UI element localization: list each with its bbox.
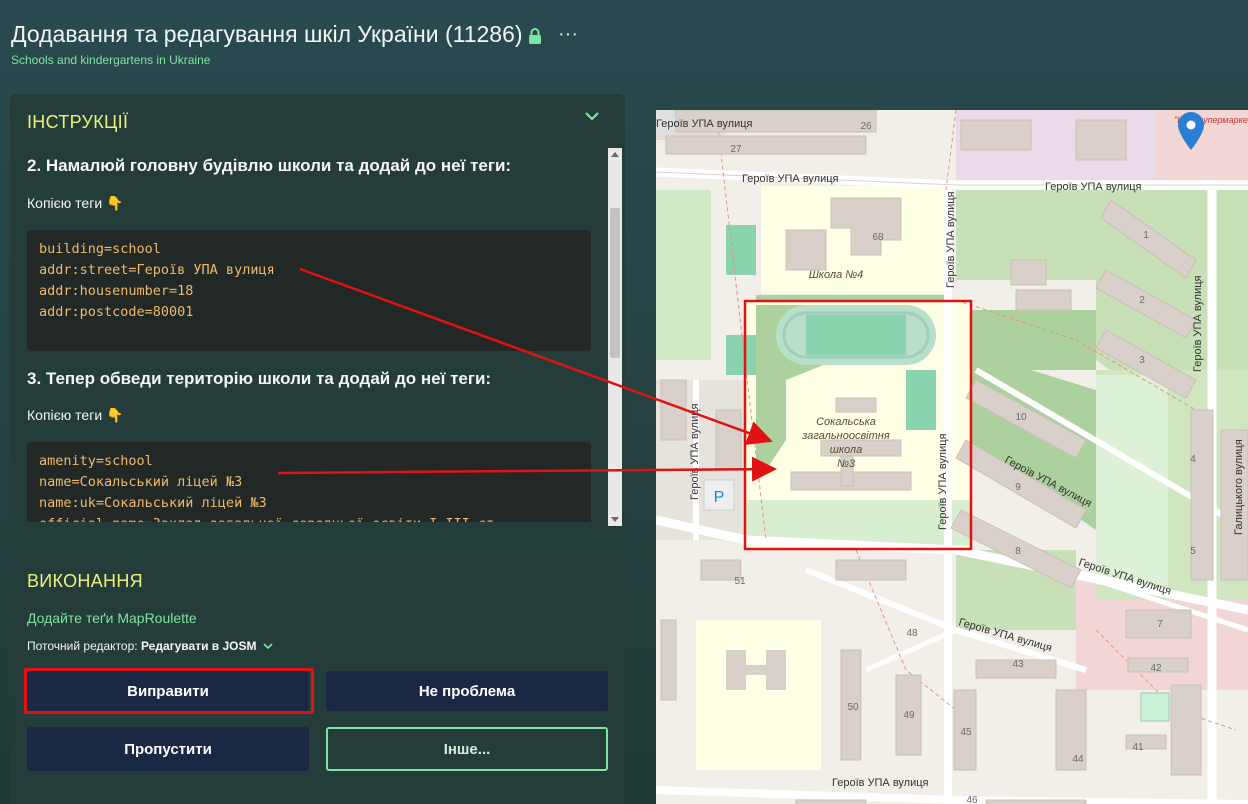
editor-selector[interactable]: Поточний редактор: Редагувати в JOSM [27,639,273,653]
scrollbar-thumb[interactable] [610,208,620,358]
house-number: 68 [872,232,884,243]
street-label: Героїв УПА вулиця [1045,181,1142,193]
house-number: 8 [1015,546,1021,557]
instructions-scroll-area[interactable]: 2. Намалюй головну будівлю школи та дода… [27,150,605,522]
school3-label-line: школа [830,444,863,456]
street-label: Героїв УПА вулиця [945,191,957,288]
map-view[interactable]: Героїв УПА вулиця Героїв УПА вулиця Геро… [656,110,1248,804]
school3-label-line: загальноосвітня [801,430,890,442]
code-line: addr:housenumber=18 [39,283,194,299]
skip-button[interactable]: Пропустити [27,727,309,771]
house-number: 1 [1143,230,1149,241]
not-a-problem-button[interactable]: Не проблема [326,671,608,711]
house-number: 50 [847,702,859,713]
house-number: 51 [734,576,746,587]
chevron-down-icon [263,643,273,650]
scrollbar[interactable] [608,148,622,526]
house-number: 2 [1139,295,1145,306]
street-label: Героїв УПА вулиця [689,403,701,500]
house-number: 46 [966,795,978,804]
step-3-heading: 3. Тепер обведи територію школи та додай… [27,369,492,388]
page-title: Додавання та редагування шкіл України (1… [11,21,523,47]
copy-tags-label-1: Копією теги 👇 [27,195,124,211]
more-options-icon[interactable]: ··· [558,24,578,44]
house-number: 10 [1015,412,1027,423]
code-line: addr:street=Героїв УПА вулиця [39,262,275,278]
house-number: 41 [1132,742,1144,753]
house-number: 45 [960,727,972,738]
instructions-panel: ІНСТРУКЦІЇ 2. Намалюй головну будівлю шк… [10,94,625,540]
fix-button-highlight [24,668,314,714]
house-number: 4 [1190,454,1196,465]
step-2-heading: 2. Намалюй головну будівлю школи та дода… [27,156,512,175]
street-label: Героїв УПА вулиця [1192,275,1204,372]
execution-title: ВИКОНАННЯ [27,571,143,591]
school4-label-line: Школа №4 [809,269,864,281]
add-tags-link[interactable]: Додайте теґи MapRoulette [27,610,197,626]
street-label: Героїв УПА вулиця [937,433,949,530]
editor-value: Редагувати в JOSM [140,639,257,653]
other-button[interactable]: Інше... [326,727,608,771]
school3-label-line: №3 [837,458,856,470]
street-label: Героїв УПА вулиця [832,777,929,789]
instructions-title: ІНСТРУКЦІЇ [27,112,129,132]
house-number: 26 [860,121,872,132]
map-canvas[interactable]: Героїв УПА вулиця Героїв УПА вулиця Геро… [656,110,1248,804]
house-number: 9 [1015,482,1021,493]
code-line: name=Сокальський ліцей №3 [39,474,243,490]
chevron-down-icon[interactable] [584,110,600,122]
parking-icon: P [714,489,725,506]
street-label: Героїв УПА вулиця [742,173,839,185]
code-line: amenity=school [39,453,153,469]
page-subtitle: Schools and kindergartens in Ukraine [11,53,211,67]
street-label: Галицького вулиця [1233,439,1245,535]
house-number: 43 [1012,659,1024,670]
house-number: 5 [1190,546,1196,557]
house-number: 49 [903,710,915,721]
scroll-down-icon[interactable] [611,517,619,522]
house-number: 27 [730,144,742,155]
editor-label: Поточний редактор: [27,639,138,653]
house-number: 7 [1157,619,1163,630]
house-number: 42 [1150,663,1162,674]
code-line: building=school [39,241,161,257]
code-line: official_name=Заклад загальної середньої… [39,514,579,522]
house-number: 48 [906,628,918,639]
copy-tags-label-2: Копією теги 👇 [27,407,124,423]
house-number: 44 [1072,754,1084,765]
street-label: Героїв УПА вулиця [656,118,753,130]
house-number: 3 [1139,355,1145,366]
school3-label-line: Сокальська [816,416,876,428]
lock-icon[interactable] [527,27,543,45]
code-block-amenity[interactable]: amenity=school name=Сокальський ліцей №3… [27,442,591,522]
code-line: addr:postcode=80001 [39,304,194,320]
code-block-building[interactable]: building=school addr:street=Героїв УПА в… [27,230,591,351]
scroll-up-icon[interactable] [611,152,619,157]
code-line: name:uk=Сокальський ліцей №3 [39,495,267,511]
